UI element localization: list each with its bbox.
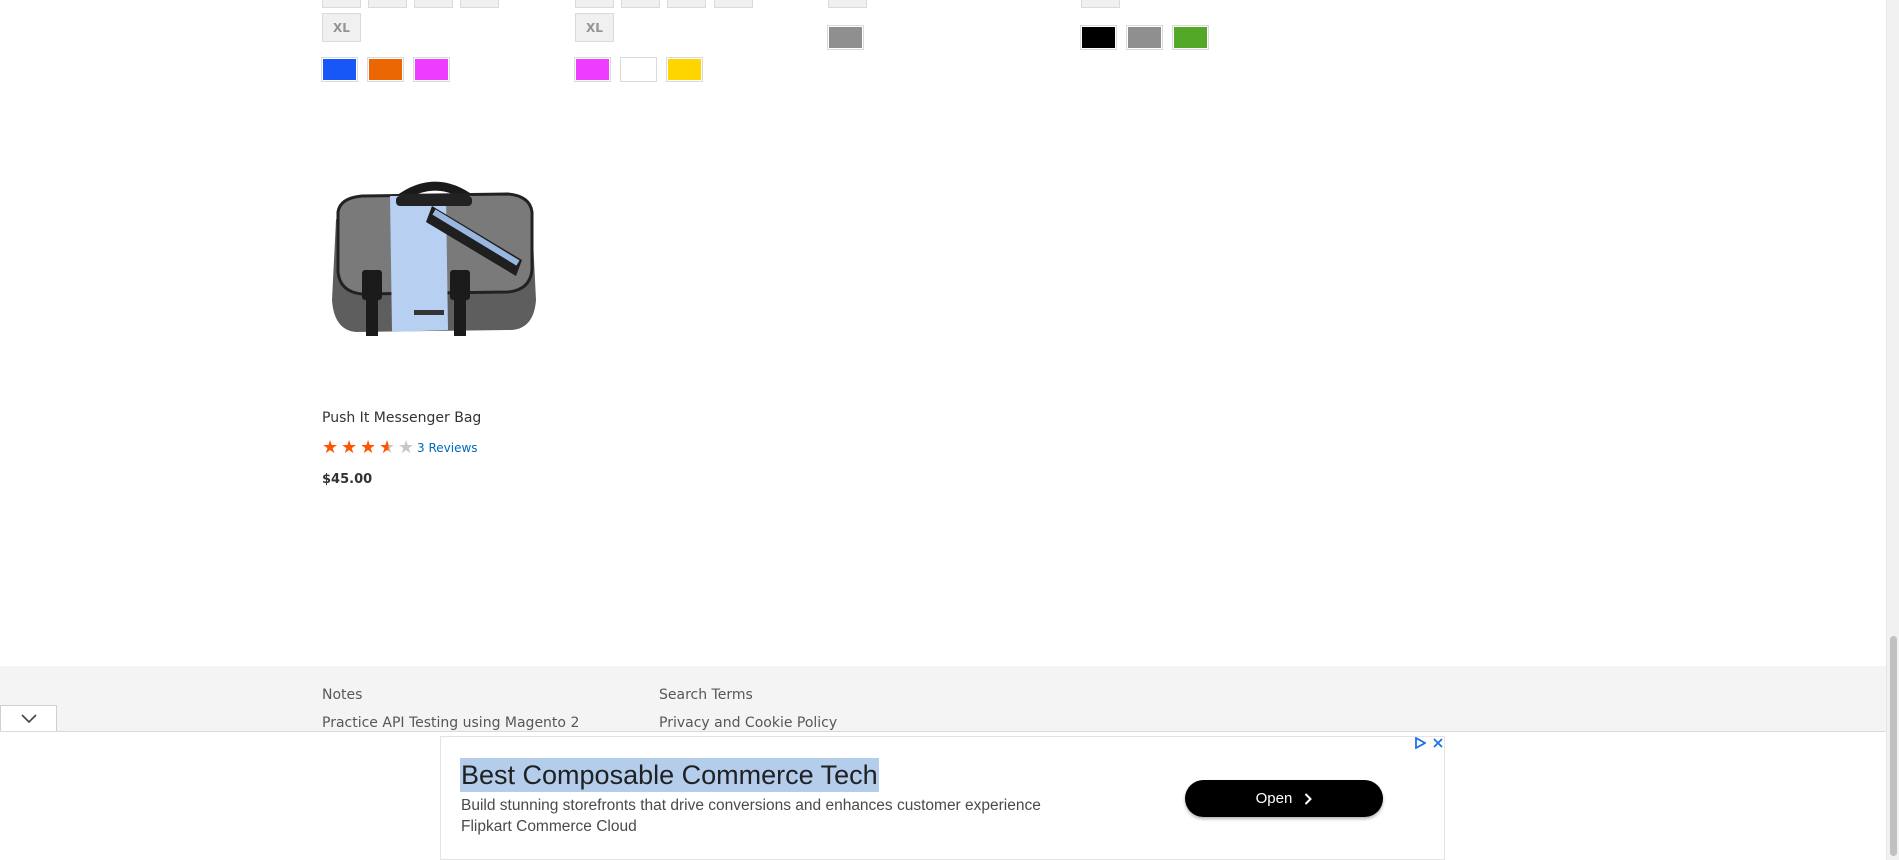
- messenger-bag-image[interactable]: [322, 160, 546, 400]
- footer-link-search-terms[interactable]: Search Terms: [659, 687, 753, 703]
- size-swatch-xl[interactable]: XL: [322, 13, 361, 42]
- star-filled-icon: ★: [322, 437, 339, 458]
- adchoices-icon[interactable]: [1414, 737, 1426, 749]
- chevron-right-icon: [1305, 792, 1313, 805]
- color-swatch-gray[interactable]: [827, 25, 864, 50]
- footer-link-practice-api[interactable]: Practice API Testing using Magento 2: [322, 715, 579, 731]
- ad-description: Build stunning storefronts that drive co…: [461, 797, 1041, 814]
- ad-open-button[interactable]: Open: [1185, 780, 1383, 817]
- color-swatch-white[interactable]: [620, 57, 657, 82]
- star-filled-icon: ★: [341, 437, 358, 458]
- reviews-link[interactable]: 3 Reviews: [417, 441, 478, 455]
- size-swatch[interactable]: [414, 0, 453, 8]
- color-swatch-pink[interactable]: [574, 57, 611, 82]
- size-swatch[interactable]: [828, 0, 867, 8]
- ad-title[interactable]: Best Composable Commerce Tech: [460, 758, 879, 792]
- ad-open-label: Open: [1255, 790, 1293, 807]
- ad-controls: [1414, 737, 1444, 749]
- footer-link-notes[interactable]: Notes: [322, 687, 362, 703]
- color-swatch-green[interactable]: [1172, 25, 1209, 50]
- chevron-down-icon: [20, 713, 37, 723]
- star-filled-icon: ★: [360, 437, 377, 458]
- color-swatch-yellow[interactable]: [666, 57, 703, 82]
- star-empty-icon: ★: [398, 437, 415, 458]
- color-swatch-black[interactable]: [1080, 25, 1117, 50]
- page-scrollbar[interactable]: [1886, 0, 1899, 860]
- size-swatch[interactable]: [322, 0, 361, 8]
- scrollbar-thumb[interactable]: [1890, 636, 1897, 856]
- color-swatch-blue[interactable]: [321, 57, 358, 82]
- footer-link-privacy[interactable]: Privacy and Cookie Policy: [659, 715, 837, 731]
- ad-sponsor: Flipkart Commerce Cloud: [461, 818, 637, 835]
- product-name-link[interactable]: Push It Messenger Bag: [322, 410, 481, 426]
- size-swatch-xl[interactable]: XL: [575, 13, 614, 42]
- size-swatch[interactable]: [575, 0, 614, 8]
- product-price: $45.00: [322, 472, 373, 487]
- star-half-icon: ★: [379, 439, 398, 457]
- size-swatch[interactable]: [667, 0, 706, 8]
- ad-collapse-button[interactable]: [0, 705, 57, 731]
- color-swatch-pink[interactable]: [413, 57, 450, 82]
- size-swatch[interactable]: [621, 0, 660, 8]
- size-swatch[interactable]: [714, 0, 753, 8]
- rating-stars: ★ ★ ★ ★ ★: [322, 438, 417, 458]
- size-swatch[interactable]: [460, 0, 499, 8]
- size-swatch[interactable]: [1081, 0, 1120, 8]
- color-swatch-gray[interactable]: [1126, 25, 1163, 50]
- close-icon[interactable]: [1432, 737, 1444, 749]
- size-swatch[interactable]: [368, 0, 407, 8]
- color-swatch-orange[interactable]: [367, 57, 404, 82]
